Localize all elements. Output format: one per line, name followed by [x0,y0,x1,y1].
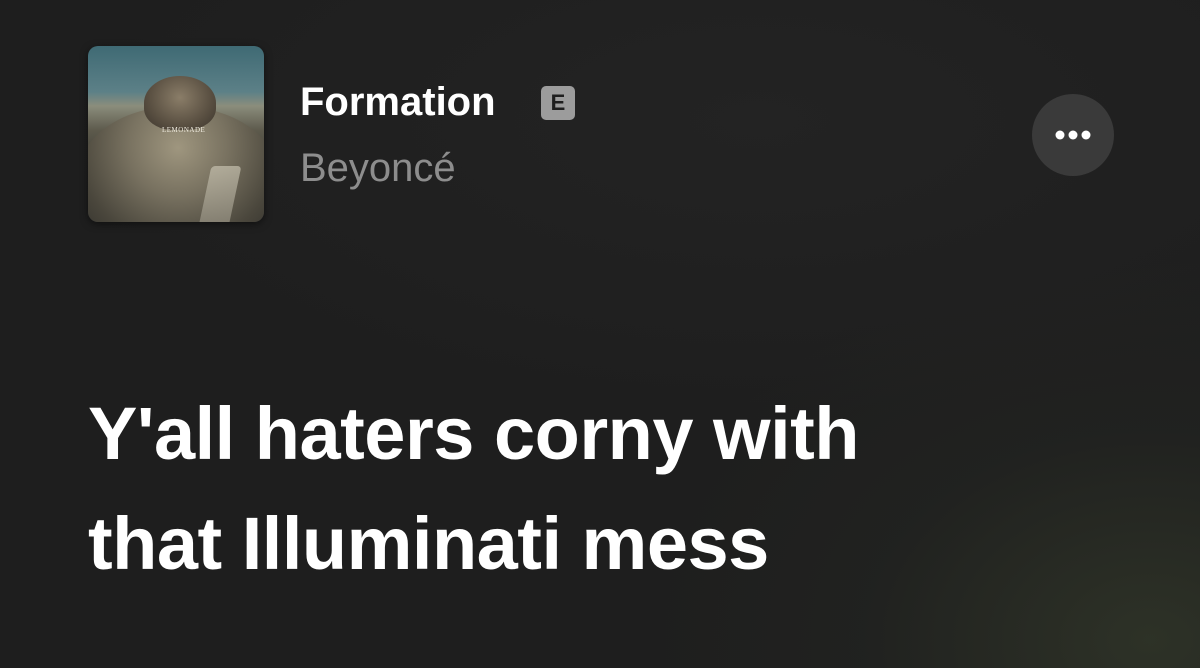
more-options-button[interactable] [1032,94,1114,176]
ellipsis-icon [1055,130,1091,140]
lyric-line: Y'all haters corny with [88,392,860,475]
explicit-badge: E [541,86,575,120]
artwork-head-shape [144,76,216,130]
artwork-album-label: LEMONADE [162,126,206,134]
song-title[interactable]: Formation [300,78,496,126]
lyric-line: that Illuminati mess [88,502,769,585]
lyric-share-card: LEMONADE Formation E Beyoncé Y'all hater… [0,0,1200,668]
album-artwork[interactable]: LEMONADE [88,46,264,222]
artist-name[interactable]: Beyoncé [300,144,456,192]
